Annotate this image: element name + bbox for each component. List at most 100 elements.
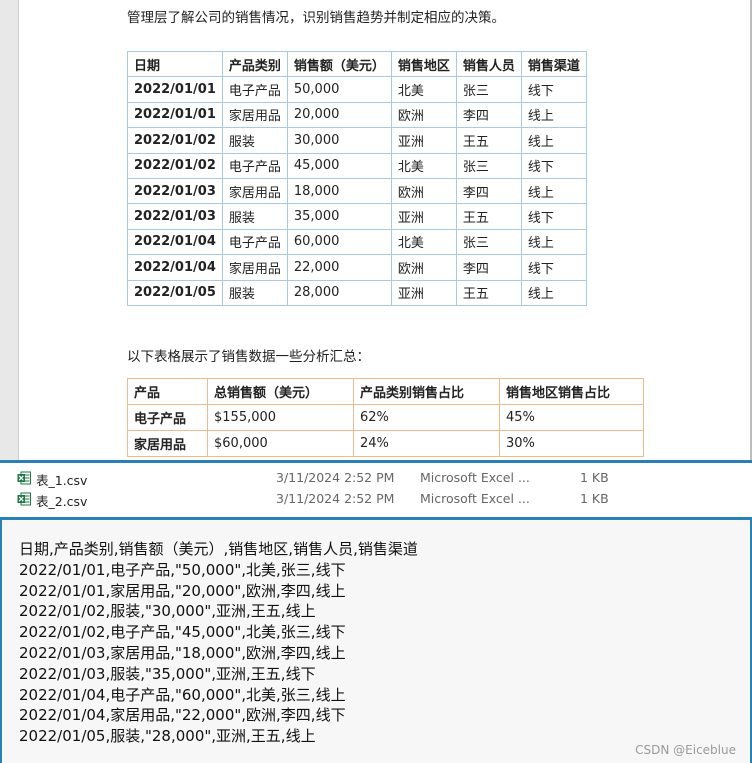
file-row[interactable]: 表_1.csv 3/11/2024 2:52 PM Microsoft Exce…	[0, 468, 752, 489]
cell-channel: 线下	[520, 76, 587, 103]
cell-channel: 线下	[520, 152, 587, 179]
table-row: 2022/01/03 家居用品 18,000 欧洲 李四 线上	[127, 177, 587, 205]
cell-category: 服装	[221, 203, 288, 230]
cell-amount: 22,000	[286, 254, 392, 281]
csv-line: 2022/01/02,服装,"30,000",亚洲,王五,线上	[19, 602, 316, 621]
cell-salesperson: 王五	[455, 203, 522, 230]
cell-region: 欧洲	[390, 101, 457, 129]
cell-salesperson: 李四	[455, 254, 522, 281]
summary-table: 产品 总销售额（美元） 产品类别销售占比 销售地区销售占比 电子产品 $155,0…	[127, 378, 644, 457]
header-category: 产品类别	[221, 50, 288, 78]
table-row: 2022/01/01 家居用品 20,000 欧洲 李四 线上	[127, 101, 587, 129]
header-total-sales: 总销售额（美元）	[207, 378, 354, 405]
file-type: Microsoft Excel ...	[420, 491, 530, 506]
cell-amount: 35,000	[286, 203, 392, 230]
sales-table-body: 2022/01/01 电子产品 50,000 北美 张三 线下 2022/01/01 家居用品…	[127, 76, 587, 306]
cell-category: 电子产品	[221, 152, 288, 179]
header-region-share: 销售地区销售占比	[499, 378, 644, 405]
cell-date: 2022/01/03	[127, 203, 223, 230]
header-region: 销售地区	[390, 50, 457, 78]
cell-region: 亚洲	[390, 127, 457, 154]
cell-category: 电子产品	[221, 76, 288, 103]
table-row: 电子产品 $155,000 62% 45%	[127, 404, 644, 431]
left-gutter	[0, 0, 19, 460]
csv-line: 2022/01/03,家居用品,"18,000",欧洲,李四,线上	[19, 643, 346, 662]
header-product: 产品	[127, 378, 208, 405]
document-panel: 管理层了解公司的销售情况，识别销售趋势并制定相应的决策。 日期 产品类别 销售额…	[0, 0, 752, 460]
csv-lines: 日期,产品类别,销售额（美元）,销售地区,销售人员,销售渠道 2022/01/01…	[19, 539, 418, 747]
cell-category-share: 24%	[353, 430, 500, 457]
cell-region: 亚洲	[390, 279, 457, 306]
sales-table-header-row: 日期 产品类别 销售额（美元） 销售地区 销售人员 销售渠道	[127, 50, 587, 78]
excel-icon	[17, 471, 31, 485]
cell-channel: 线下	[520, 203, 587, 230]
cell-date: 2022/01/02	[127, 152, 223, 179]
table-row: 2022/01/01 电子产品 50,000 北美 张三 线下	[127, 76, 587, 103]
cell-channel: 线下	[520, 254, 587, 281]
cell-salesperson: 王五	[455, 279, 522, 306]
cell-salesperson: 李四	[455, 101, 522, 129]
file-size: 1 KB	[580, 470, 609, 485]
header-date: 日期	[127, 50, 223, 78]
cell-total-sales: $60,000	[207, 430, 354, 457]
cell-category: 服装	[221, 279, 288, 306]
cell-date: 2022/01/02	[127, 127, 223, 154]
table-row: 2022/01/05 服装 28,000 亚洲 王五 线上	[127, 279, 587, 306]
cell-amount: 18,000	[286, 177, 392, 205]
sales-table: 日期 产品类别 销售额（美元） 销售地区 销售人员 销售渠道 2022/01/0…	[127, 50, 587, 306]
csv-line: 2022/01/03,服装,"35,000",亚洲,王五,线下	[19, 664, 316, 683]
cell-salesperson: 张三	[455, 76, 522, 103]
cell-amount: 30,000	[286, 127, 392, 154]
cell-salesperson: 李四	[455, 177, 522, 205]
csv-line: 2022/01/01,电子产品,"50,000",北美,张三,线下	[19, 560, 346, 579]
cell-channel: 线上	[520, 228, 587, 256]
cell-amount: 45,000	[286, 152, 392, 179]
cell-total-sales: $155,000	[207, 404, 354, 431]
cell-region: 北美	[390, 76, 457, 103]
csv-line: 2022/01/04,家居用品,"22,000",欧洲,李四,线下	[19, 706, 346, 725]
cell-date: 2022/01/04	[127, 254, 223, 281]
file-list: 表_1.csv 3/11/2024 2:52 PM Microsoft Exce…	[0, 463, 752, 517]
cell-date: 2022/01/04	[127, 228, 223, 256]
cell-product: 家居用品	[127, 430, 208, 457]
cell-region: 北美	[390, 228, 457, 256]
table-row: 2022/01/03 服装 35,000 亚洲 王五 线下	[127, 203, 587, 230]
cell-date: 2022/01/01	[127, 101, 223, 129]
file-type: Microsoft Excel ...	[420, 470, 530, 485]
cell-date: 2022/01/05	[127, 279, 223, 306]
cell-channel: 线上	[520, 127, 587, 154]
cell-amount: 50,000	[286, 76, 392, 103]
summary-table-header-row: 产品 总销售额（美元） 产品类别销售占比 销售地区销售占比	[127, 378, 644, 405]
file-size: 1 KB	[580, 491, 609, 506]
file-modified: 3/11/2024 2:52 PM	[276, 491, 395, 506]
cell-channel: 线上	[520, 101, 587, 129]
table-row: 2022/01/02 服装 30,000 亚洲 王五 线上	[127, 127, 587, 154]
csv-line: 2022/01/04,电子产品,"60,000",北美,张三,线上	[19, 685, 346, 704]
cell-category-share: 62%	[353, 404, 500, 431]
cell-category: 服装	[221, 127, 288, 154]
cell-region: 欧洲	[390, 254, 457, 281]
cell-date: 2022/01/03	[127, 177, 223, 205]
cell-amount: 28,000	[286, 279, 392, 306]
file-name: 表_2.csv	[36, 494, 88, 509]
cell-region-share: 45%	[499, 404, 644, 431]
cell-category: 家居用品	[221, 177, 288, 205]
csv-line: 2022/01/01,家居用品,"20,000",欧洲,李四,线上	[19, 581, 346, 600]
file-row[interactable]: 表_2.csv 3/11/2024 2:52 PM Microsoft Exce…	[0, 489, 752, 510]
cell-category: 家居用品	[221, 101, 288, 129]
cell-date: 2022/01/01	[127, 76, 223, 103]
cell-product: 电子产品	[127, 404, 208, 431]
cell-region-share: 30%	[499, 430, 644, 457]
cell-amount: 60,000	[286, 228, 392, 256]
csv-line: 2022/01/02,电子产品,"45,000",北美,张三,线下	[19, 623, 346, 642]
cell-channel: 线上	[520, 177, 587, 205]
cell-salesperson: 张三	[455, 228, 522, 256]
table-row: 2022/01/04 家居用品 22,000 欧洲 李四 线下	[127, 254, 587, 281]
cell-amount: 20,000	[286, 101, 392, 129]
watermark: CSDN @Eiceblue	[635, 743, 736, 757]
excel-icon	[17, 492, 31, 506]
cell-region: 欧洲	[390, 177, 457, 205]
header-salesperson: 销售人员	[455, 50, 522, 78]
table-row: 2022/01/04 电子产品 60,000 北美 张三 线上	[127, 228, 587, 256]
summary-table-body: 电子产品 $155,000 62% 45% 家居用品 $60,000 24% 30%	[127, 404, 644, 457]
